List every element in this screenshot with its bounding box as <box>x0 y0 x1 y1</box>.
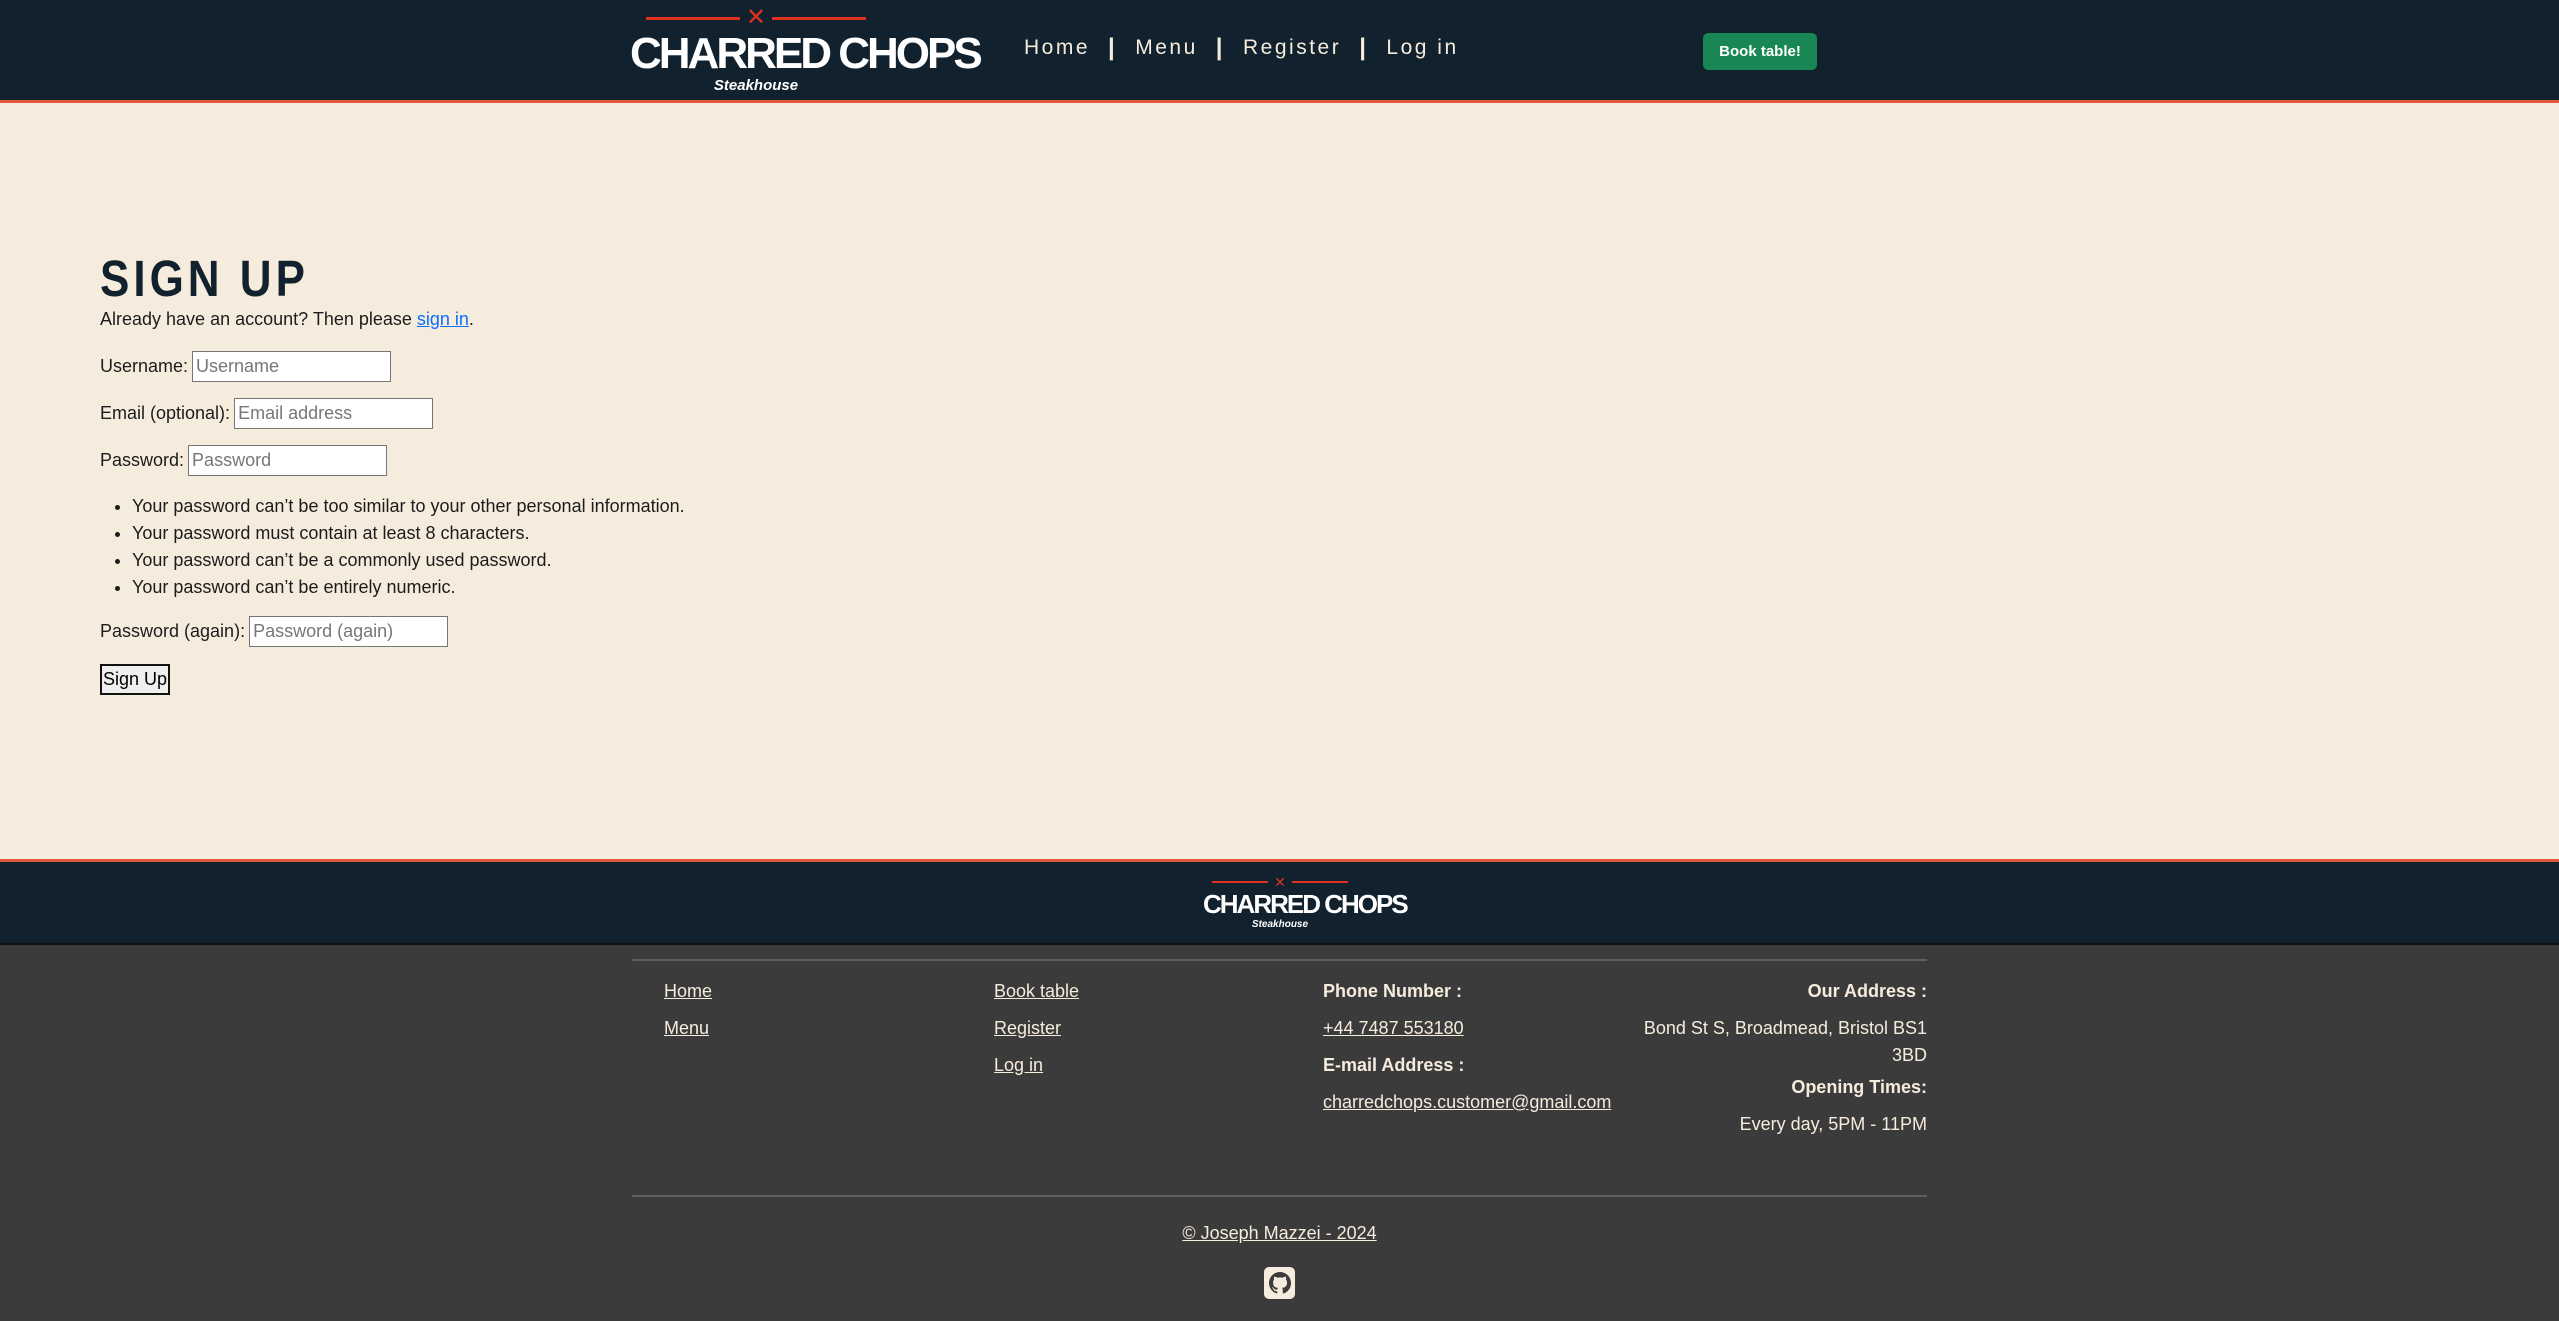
address-text: Bond St S, Broadmead, Bristol BS1 3BD <box>1627 1010 1927 1069</box>
email-input[interactable] <box>234 398 434 429</box>
footer-address: Our Address : Bond St S, Broadmead, Bris… <box>1627 973 1927 1143</box>
email-link[interactable]: charredchops.customer@gmail.com <box>1323 1092 1611 1112</box>
address-line-1: Bond St S, Broadmead, Bristol BS1 <box>1643 1018 1927 1038</box>
email-label: Email (optional): <box>100 403 231 423</box>
nav-login[interactable]: Log in <box>1386 36 1458 60</box>
sign-in-link[interactable]: sign in <box>417 309 469 330</box>
footer-link-login[interactable]: Log in <box>994 1055 1043 1075</box>
footer-logo-bar: ✕ CHARRED CHOPS Steakhouse <box>0 862 2559 945</box>
password-input[interactable] <box>188 445 388 476</box>
password-again-input[interactable] <box>249 616 449 647</box>
phone-label: Phone Number : <box>1323 981 1463 1001</box>
password-again-row: Password (again): <box>100 616 449 647</box>
username-input[interactable] <box>192 351 392 382</box>
help-item: Your password can’t be too similar to yo… <box>132 493 685 520</box>
nav-separator: | <box>1108 34 1118 61</box>
footer-link-book-table[interactable]: Book table <box>994 981 1079 1001</box>
help-item: Your password can’t be entirely numeric. <box>132 574 685 601</box>
intro-text: Already have an account? Then please sig… <box>100 309 474 330</box>
footer-logo: ✕ CHARRED CHOPS Steakhouse <box>1203 875 1409 931</box>
footer-link-register[interactable]: Register <box>994 1018 1061 1038</box>
footer-col-1: Home Menu <box>664 973 712 1047</box>
nav-home[interactable]: Home <box>1024 36 1090 60</box>
help-item: Your password can’t be a commonly used p… <box>132 547 685 574</box>
book-table-button[interactable]: Book table! <box>1703 33 1817 70</box>
nav-register[interactable]: Register <box>1243 36 1341 60</box>
page-title: SIGN UP <box>100 251 309 308</box>
sign-up-button[interactable]: Sign Up <box>100 664 171 695</box>
username-label: Username: <box>100 356 189 376</box>
divider <box>632 1195 1927 1197</box>
footer-link-menu[interactable]: Menu <box>664 1018 709 1038</box>
address-label: Our Address : <box>1807 981 1927 1001</box>
divider <box>632 959 1927 961</box>
logo-sub: Steakhouse <box>1251 919 1309 930</box>
copyright-link[interactable]: © Joseph Mazzei - 2024 <box>1182 1223 1376 1243</box>
site-footer: Home Menu Book table Register Log in Pho… <box>0 945 2559 1319</box>
hours-text: Every day, 5PM - 11PM <box>1739 1114 1927 1134</box>
logo-cross-icon: ✕ <box>1203 875 1357 889</box>
site-logo[interactable]: ✕ CHARRED CHOPS Steakhouse <box>630 6 983 95</box>
email-label: E-mail Address : <box>1323 1055 1465 1075</box>
nav-separator: | <box>1215 34 1225 61</box>
intro-suffix: . <box>468 309 474 329</box>
password-row: Password: <box>100 445 388 476</box>
footer-contact: Phone Number : +44 7487 553180 E-mail Ad… <box>1323 973 1611 1121</box>
copyright: © Joseph Mazzei - 2024 <box>0 1223 2559 1244</box>
footer-col-2: Book table Register Log in <box>994 973 1079 1084</box>
username-row: Username: <box>100 351 392 382</box>
password-again-label: Password (again): <box>100 621 246 641</box>
nav-menu[interactable]: Menu <box>1135 36 1198 60</box>
footer-link-home[interactable]: Home <box>664 981 712 1001</box>
logo-cross-icon: ✕ <box>630 6 882 30</box>
address-line-2: 3BD <box>1891 1045 1927 1065</box>
signup-section: SIGN UP Already have an account? Then pl… <box>0 103 2559 862</box>
password-help-list: Your password can’t be too similar to yo… <box>132 493 685 601</box>
logo-sub: Steakhouse <box>713 77 799 94</box>
nav-separator: | <box>1359 34 1369 61</box>
hours-label: Opening Times: <box>1791 1077 1927 1097</box>
email-row: Email (optional): <box>100 398 434 429</box>
github-icon[interactable] <box>1264 1267 1295 1299</box>
intro-prefix: Already have an account? Then please <box>100 309 417 329</box>
phone-link[interactable]: +44 7487 553180 <box>1323 1018 1464 1038</box>
main-nav: Home | Menu | Register | Log in <box>1024 34 1459 62</box>
logo-name: CHARRED CHOPS <box>630 29 983 78</box>
password-label: Password: <box>100 450 185 470</box>
logo-name: CHARRED CHOPS <box>1203 889 1409 919</box>
site-header: ✕ CHARRED CHOPS Steakhouse Home | Menu |… <box>0 0 2559 103</box>
help-item: Your password must contain at least 8 ch… <box>132 520 685 547</box>
